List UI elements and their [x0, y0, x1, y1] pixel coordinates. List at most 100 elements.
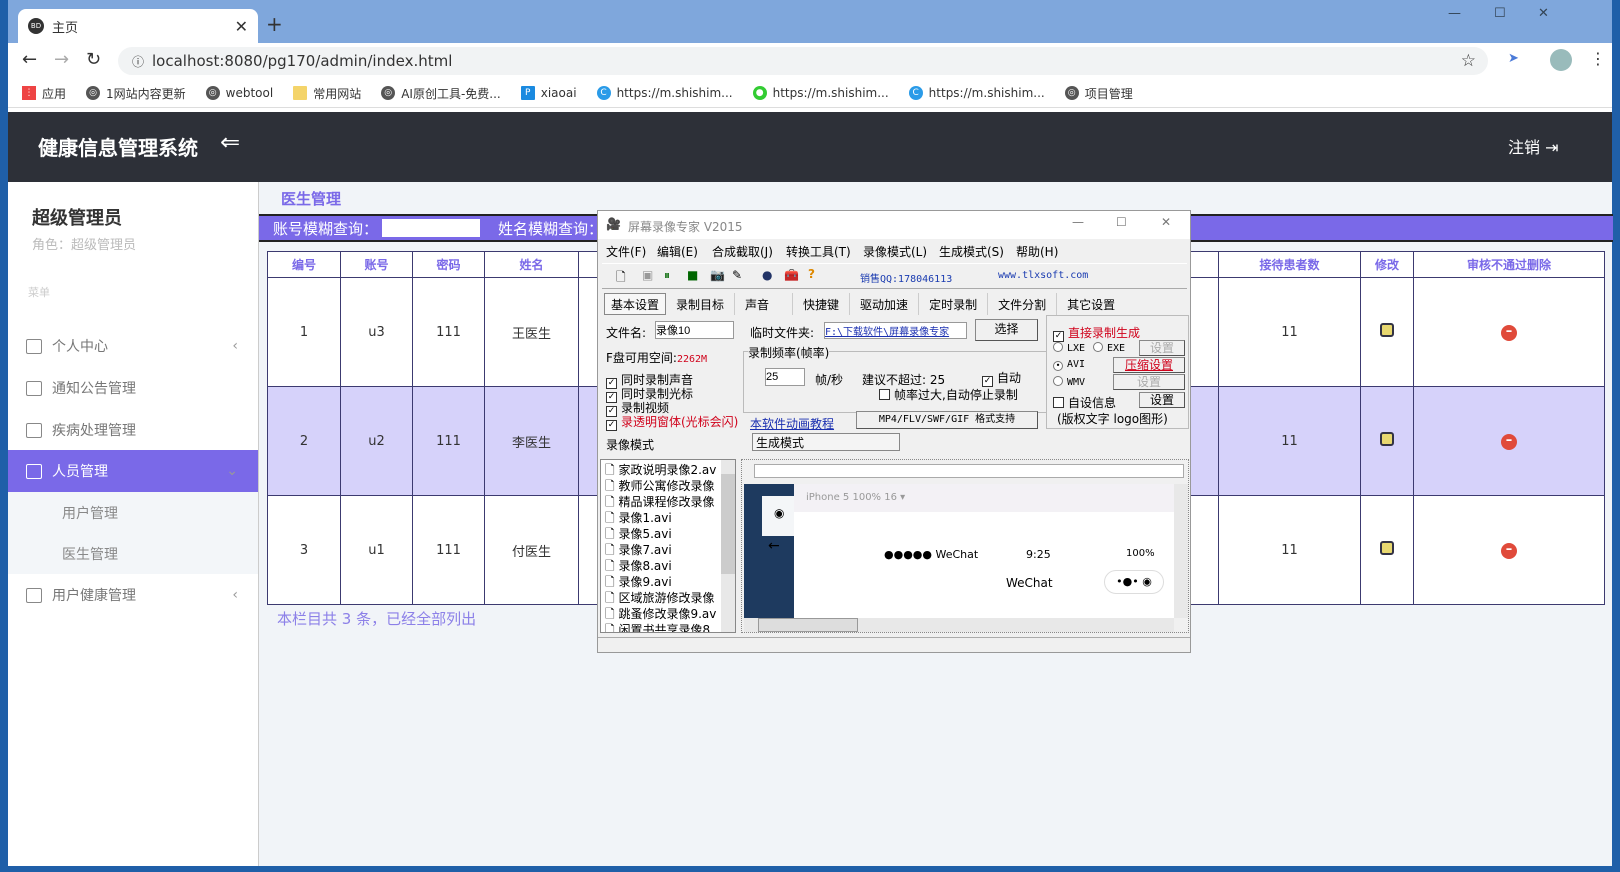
collapse-menu-icon[interactable]: ⇐ — [220, 128, 240, 156]
bookmark[interactable]: Chttps://m.shishim... — [908, 86, 1045, 100]
stop-icon[interactable]: ■ — [687, 268, 698, 282]
help-icon[interactable]: ? — [808, 267, 815, 281]
menu-file[interactable]: 文件(F) — [606, 243, 646, 260]
sidebar-item-staff[interactable]: 人员管理 ⌄ — [8, 450, 258, 492]
lxe-radio[interactable]: LXE — [1053, 342, 1085, 354]
tab-hotkey[interactable]: 快捷键 — [793, 293, 851, 315]
edit-icon[interactable] — [1380, 432, 1394, 446]
menu-gen-mode[interactable]: 生成模式(S) — [939, 243, 1004, 260]
minimize-button[interactable]: — — [1448, 6, 1461, 21]
temp-folder-path[interactable]: F:\下载软件\屏幕录像专家 — [824, 322, 967, 339]
file-list-item[interactable]: 🗋 录像9.avi — [605, 574, 735, 590]
menu-icon[interactable]: ⋮ — [1590, 49, 1606, 68]
edit-icon[interactable] — [1380, 541, 1394, 555]
menu-compose[interactable]: 合成截取(J) — [712, 243, 773, 260]
back-icon[interactable]: ← — [22, 49, 37, 70]
record-transparent-checkbox[interactable]: ✓ 录透明窗体(光标会闪) — [606, 415, 738, 431]
custom-info-checkbox[interactable]: 自设信息 — [1053, 394, 1116, 411]
bookmark[interactable]: ◎ AI原创工具-免费... — [381, 85, 501, 102]
tab-sound[interactable]: 声音 — [735, 293, 794, 315]
tab-other[interactable]: 其它设置 — [1057, 293, 1125, 315]
sidebar-item-notice[interactable]: 通知公告管理 — [8, 367, 258, 409]
sidebar-item-disease[interactable]: 疾病处理管理 — [8, 409, 258, 451]
address-bar[interactable]: ⓘ localhost:8080/pg170/admin/index.html … — [118, 47, 1488, 75]
sidebar-sub-doctor[interactable]: 医生管理 — [8, 533, 258, 574]
file-list-item[interactable]: 🗋 区域旅游修改录像 — [605, 590, 735, 606]
logout-button[interactable]: 注销 ⇥ — [1508, 134, 1559, 158]
menu-edit[interactable]: 编辑(E) — [657, 243, 698, 260]
tutorial-link[interactable]: 本软件动画教程 — [750, 415, 834, 432]
tab-close-icon[interactable]: ✕ — [235, 17, 248, 36]
wmv-radio[interactable]: WMV — [1053, 376, 1085, 388]
bookmark[interactable]: ◎ webtool — [205, 86, 273, 100]
file-list-item[interactable]: 🗋 闲置书共享录像8. — [605, 622, 735, 632]
delete-icon[interactable]: – — [1501, 542, 1517, 559]
forward-icon[interactable]: → — [54, 49, 69, 70]
tab-schedule[interactable]: 定时录制 — [919, 293, 989, 315]
edit-icon[interactable] — [1380, 323, 1394, 337]
file-list-scrollbar[interactable] — [721, 460, 735, 632]
menu-help[interactable]: 帮助(H) — [1016, 243, 1058, 260]
file-list-item[interactable]: 🗋 录像8.avi — [605, 558, 735, 574]
tab-basic[interactable]: 基本设置 — [604, 293, 667, 315]
filename-input[interactable] — [655, 321, 734, 339]
camera-icon[interactable]: 📷 — [710, 268, 725, 282]
tab-target[interactable]: 录制目标 — [666, 293, 736, 315]
bookmark[interactable]: ◎ 1网站内容更新 — [86, 85, 186, 102]
dialog-maximize[interactable]: ☐ — [1116, 215, 1127, 229]
preview-v-scrollbar[interactable] — [1174, 484, 1188, 618]
wmv-settings-button[interactable]: 设置 — [1113, 374, 1185, 390]
bookmark-folder[interactable]: 常用网站 — [293, 85, 361, 102]
formats-button[interactable]: MP4/FLV/SWF/GIF 格式支持 — [856, 411, 1038, 429]
file-list[interactable]: 🗋 家政说明录像2.av 🗋 教师公寓修改录像 🗋 精品课程修改录像 🗋 录像1.av… — [600, 459, 736, 633]
new-icon[interactable]: 🗋 — [616, 268, 626, 289]
website-link[interactable]: www.tlxsoft.com — [998, 270, 1088, 281]
sidebar-item-personal-center[interactable]: 个人中心 ‹ — [8, 325, 258, 367]
file-list-item[interactable]: 🗋 录像1.avi — [605, 510, 735, 526]
tab-home[interactable]: BD 主页 ✕ — [18, 9, 258, 43]
menu-record-mode[interactable]: 录像模式(L) — [863, 243, 927, 260]
avi-radio[interactable]: • AVI — [1053, 359, 1085, 371]
bookmark[interactable]: ● https://m.shishim... — [752, 86, 889, 100]
auto-checkbox[interactable]: ✓ 自动 — [982, 369, 1021, 387]
star-icon[interactable]: ☆ — [1461, 51, 1476, 71]
file-list-item[interactable]: 🗋 家政说明录像2.av — [605, 462, 735, 478]
reload-icon[interactable]: ↻ — [86, 49, 101, 70]
auto-stop-checkbox[interactable]: 帧率过大,自动停止录制 — [879, 386, 1018, 403]
preview-h-scrollbar[interactable] — [744, 618, 1174, 632]
pause-icon[interactable]: ⏸ — [664, 268, 670, 283]
bookmark-apps[interactable]: ⋮ 应用 — [22, 85, 66, 102]
sidebar-sub-user[interactable]: 用户管理 — [8, 492, 258, 533]
file-list-item[interactable]: 🗋 跳蚤修改录像9.av — [605, 606, 735, 622]
file-list-item[interactable]: 🗋 录像5.avi — [605, 526, 735, 542]
bookmark[interactable]: Chttps://m.shishim... — [596, 86, 733, 100]
new-tab-button[interactable]: + — [266, 12, 283, 36]
choose-folder-button[interactable]: 选择 — [975, 319, 1038, 341]
sidebar-item-user-health[interactable]: 用户健康管理 ‹ — [8, 574, 258, 616]
exe-settings-button[interactable]: 设置 — [1139, 340, 1185, 356]
globe-icon[interactable]: ● — [762, 268, 772, 282]
custom-settings-button[interactable]: 设置 — [1139, 392, 1185, 408]
exe-radio[interactable]: EXE — [1093, 342, 1125, 354]
pen-icon[interactable]: ✎ — [732, 268, 742, 282]
delete-icon[interactable]: – — [1501, 324, 1517, 341]
gen-mode-tab[interactable]: 生成模式 — [752, 433, 900, 451]
direct-generate-checkbox[interactable]: ✓ 直接录制生成 — [1053, 324, 1140, 342]
fps-input[interactable] — [765, 368, 805, 386]
close-window-button[interactable]: ✕ — [1538, 6, 1549, 21]
file-list-item[interactable]: 🗋 教师公寓修改录像 — [605, 478, 735, 494]
extension-icon[interactable]: ➤ — [1508, 51, 1519, 66]
delete-icon[interactable]: – — [1501, 433, 1517, 450]
tab-split[interactable]: 文件分割 — [988, 293, 1058, 315]
dialog-minimize[interactable]: — — [1072, 215, 1084, 229]
tab-driver[interactable]: 驱动加速 — [850, 293, 920, 315]
tool-icon[interactable]: 🧰 — [784, 268, 799, 282]
dialog-close[interactable]: ✕ — [1161, 215, 1171, 229]
search-account-input[interactable] — [382, 219, 481, 237]
avatar[interactable] — [1550, 49, 1572, 71]
menu-convert[interactable]: 转换工具(T) — [786, 243, 851, 260]
bookmark[interactable]: ◎ 项目管理 — [1064, 85, 1133, 102]
compress-settings-button[interactable]: 压缩设置 — [1113, 357, 1185, 373]
record-icon[interactable]: ▣ — [642, 268, 653, 282]
file-list-item[interactable]: 🗋 录像7.avi — [605, 542, 735, 558]
